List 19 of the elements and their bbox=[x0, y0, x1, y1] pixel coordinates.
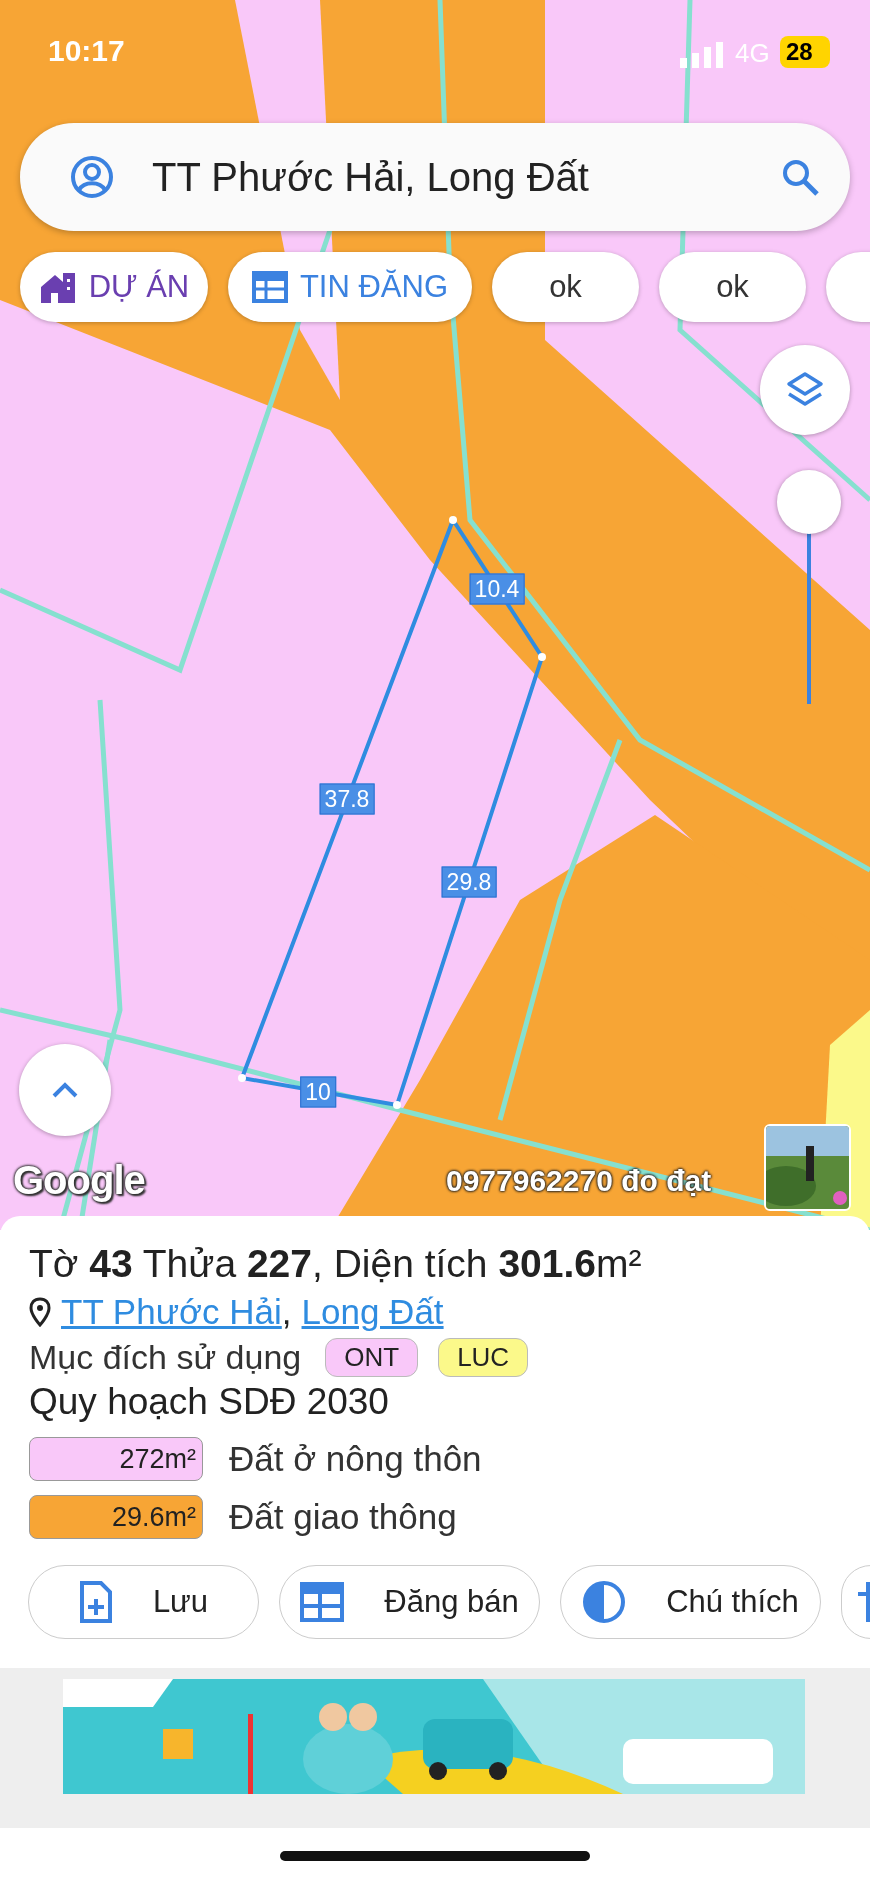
planning-title: Quy hoạch SDĐ 2030 bbox=[29, 1381, 390, 1423]
area-value: 272m² bbox=[29, 1437, 203, 1481]
area-value: 29.6m² bbox=[29, 1495, 203, 1539]
separator: , bbox=[281, 1292, 292, 1332]
zone-label: Đất giao thông bbox=[229, 1497, 457, 1537]
location-link[interactable]: TT Phước Hải bbox=[61, 1292, 282, 1332]
location-link[interactable]: Long Đất bbox=[301, 1292, 444, 1332]
table-icon bbox=[300, 1582, 345, 1622]
action-button[interactable]: Lưu bbox=[28, 1565, 259, 1639]
action-button[interactable]: Chú thích bbox=[560, 1565, 821, 1639]
parcel-title: Tờ 43 Thửa 227, Diện tích 301.6m² bbox=[29, 1242, 643, 1286]
land-use-tag: ONT bbox=[325, 1338, 419, 1377]
add-file-icon bbox=[78, 1580, 113, 1624]
land-use-tag: LUC bbox=[438, 1338, 529, 1377]
action-button[interactable]: Đăng bán bbox=[279, 1565, 540, 1639]
location-pin-icon bbox=[29, 1297, 51, 1327]
contrast-icon bbox=[582, 1580, 627, 1624]
zone-label: Đất ở nông thôn bbox=[229, 1439, 482, 1479]
usage-label: Mục đích sử dụng bbox=[29, 1338, 302, 1377]
